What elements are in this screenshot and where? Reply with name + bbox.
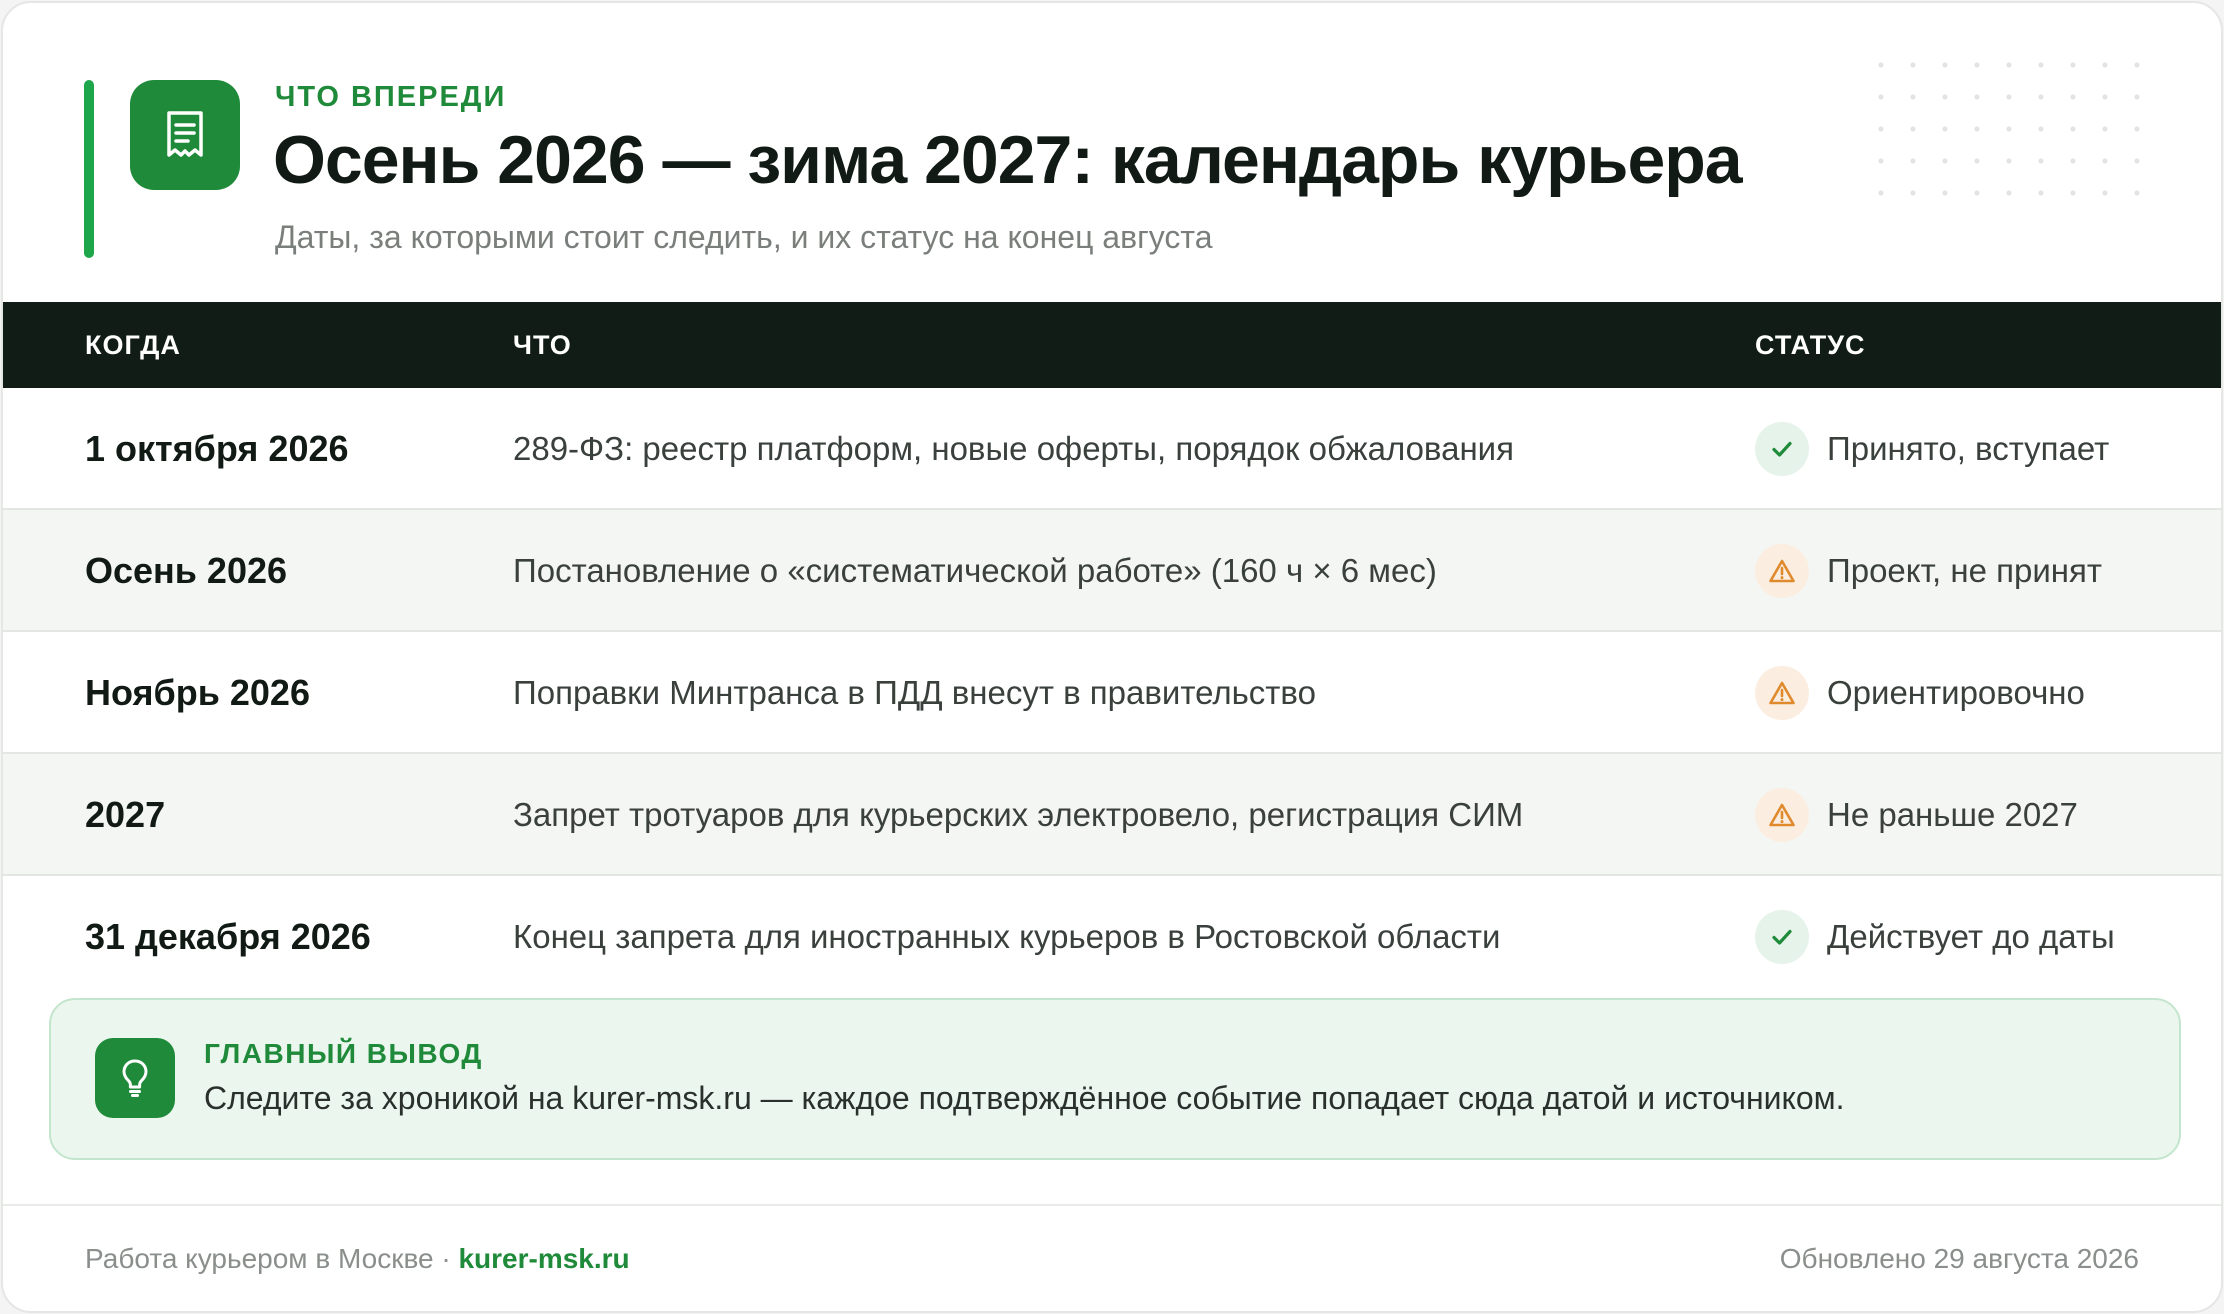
section-eyebrow: Что впереди [275,81,507,113]
table-header: Когда Что Статус [3,302,2221,388]
column-header-what: Что [513,330,572,360]
column-header-status: Статус [1755,330,1866,360]
row-date: 31 декабря 2026 [85,916,371,957]
page-subtitle: Даты, за которыми стоит следить, и их ст… [275,219,1213,255]
status-badge: Проект, не принят [1755,544,2102,598]
status-badge: Ориентировочно [1755,666,2085,720]
takeaway-box: Главный вывод Следите за хроникой на kur… [49,998,2181,1160]
warning-icon [1755,544,1809,598]
page-title: Осень 2026 — зима 2027: календарь курьер… [273,122,1743,198]
footer-site-info: Работа курьером в Москве · kurer-msk.ru [85,1243,630,1275]
table-row: 1 октября 2026 289-ФЗ: реестр платформ, … [3,388,2221,510]
decorative-dot-grid [1865,49,2165,199]
footer-brand-link[interactable]: kurer-msk.ru [458,1243,629,1274]
row-description: Постановление о «систематической работе»… [513,552,1437,589]
receipt-icon [167,111,203,157]
table-row: Ноябрь 2026 Поправки Минтранса в ПДД вне… [3,632,2221,754]
accent-bar [84,80,94,258]
status-label: Ориентировочно [1827,674,2085,711]
status-badge: Принято, вступает [1755,422,2109,476]
footer-separator: · [433,1243,459,1274]
table-row: 31 декабря 2026 Конец запрета для иностр… [3,876,2221,998]
check-icon [1755,422,1809,476]
warning-icon [1755,666,1809,720]
lightbulb-icon-badge [95,1038,175,1118]
receipt-icon-badge [130,80,240,190]
row-date: 2027 [85,794,166,835]
status-label: Не раньше 2027 [1827,796,2078,833]
status-label: Принято, вступает [1827,430,2110,467]
row-description: Поправки Минтранса в ПДД внесут в правит… [513,674,1316,711]
lightbulb-icon [122,1059,148,1097]
status-badge: Действует до даты [1755,910,2115,964]
takeaway-label: Главный вывод [204,1038,483,1069]
row-date: Осень 2026 [85,550,288,591]
status-label: Проект, не принят [1827,552,2102,589]
column-header-when: Когда [85,330,181,360]
row-date: 1 октября 2026 [85,428,349,469]
takeaway-text: Следите за хроникой на kurer-msk.ru — ка… [204,1080,1845,1116]
row-date: Ноябрь 2026 [85,672,310,713]
table-row: Осень 2026 Постановление о «систематичес… [3,510,2221,632]
footer-site-name: Работа курьером в Москве [85,1243,434,1274]
row-description: Конец запрета для иностранных курьеров в… [513,918,1501,955]
footer-divider [3,1204,2221,1206]
status-badge: Не раньше 2027 [1755,788,2078,842]
check-icon [1755,910,1809,964]
status-label: Действует до даты [1827,918,2115,955]
calendar-card: Что впереди Осень 2026 — зима 2027: кале… [1,1,2223,1313]
row-description: Запрет тротуаров для курьерских электров… [513,796,1524,833]
footer-updated-date: Обновлено 29 августа 2026 [1779,1243,2139,1274]
row-description: 289-ФЗ: реестр платформ, новые оферты, п… [513,430,1514,467]
warning-icon [1755,788,1809,842]
table-row: 2027 Запрет тротуаров для курьерских эле… [3,754,2221,876]
